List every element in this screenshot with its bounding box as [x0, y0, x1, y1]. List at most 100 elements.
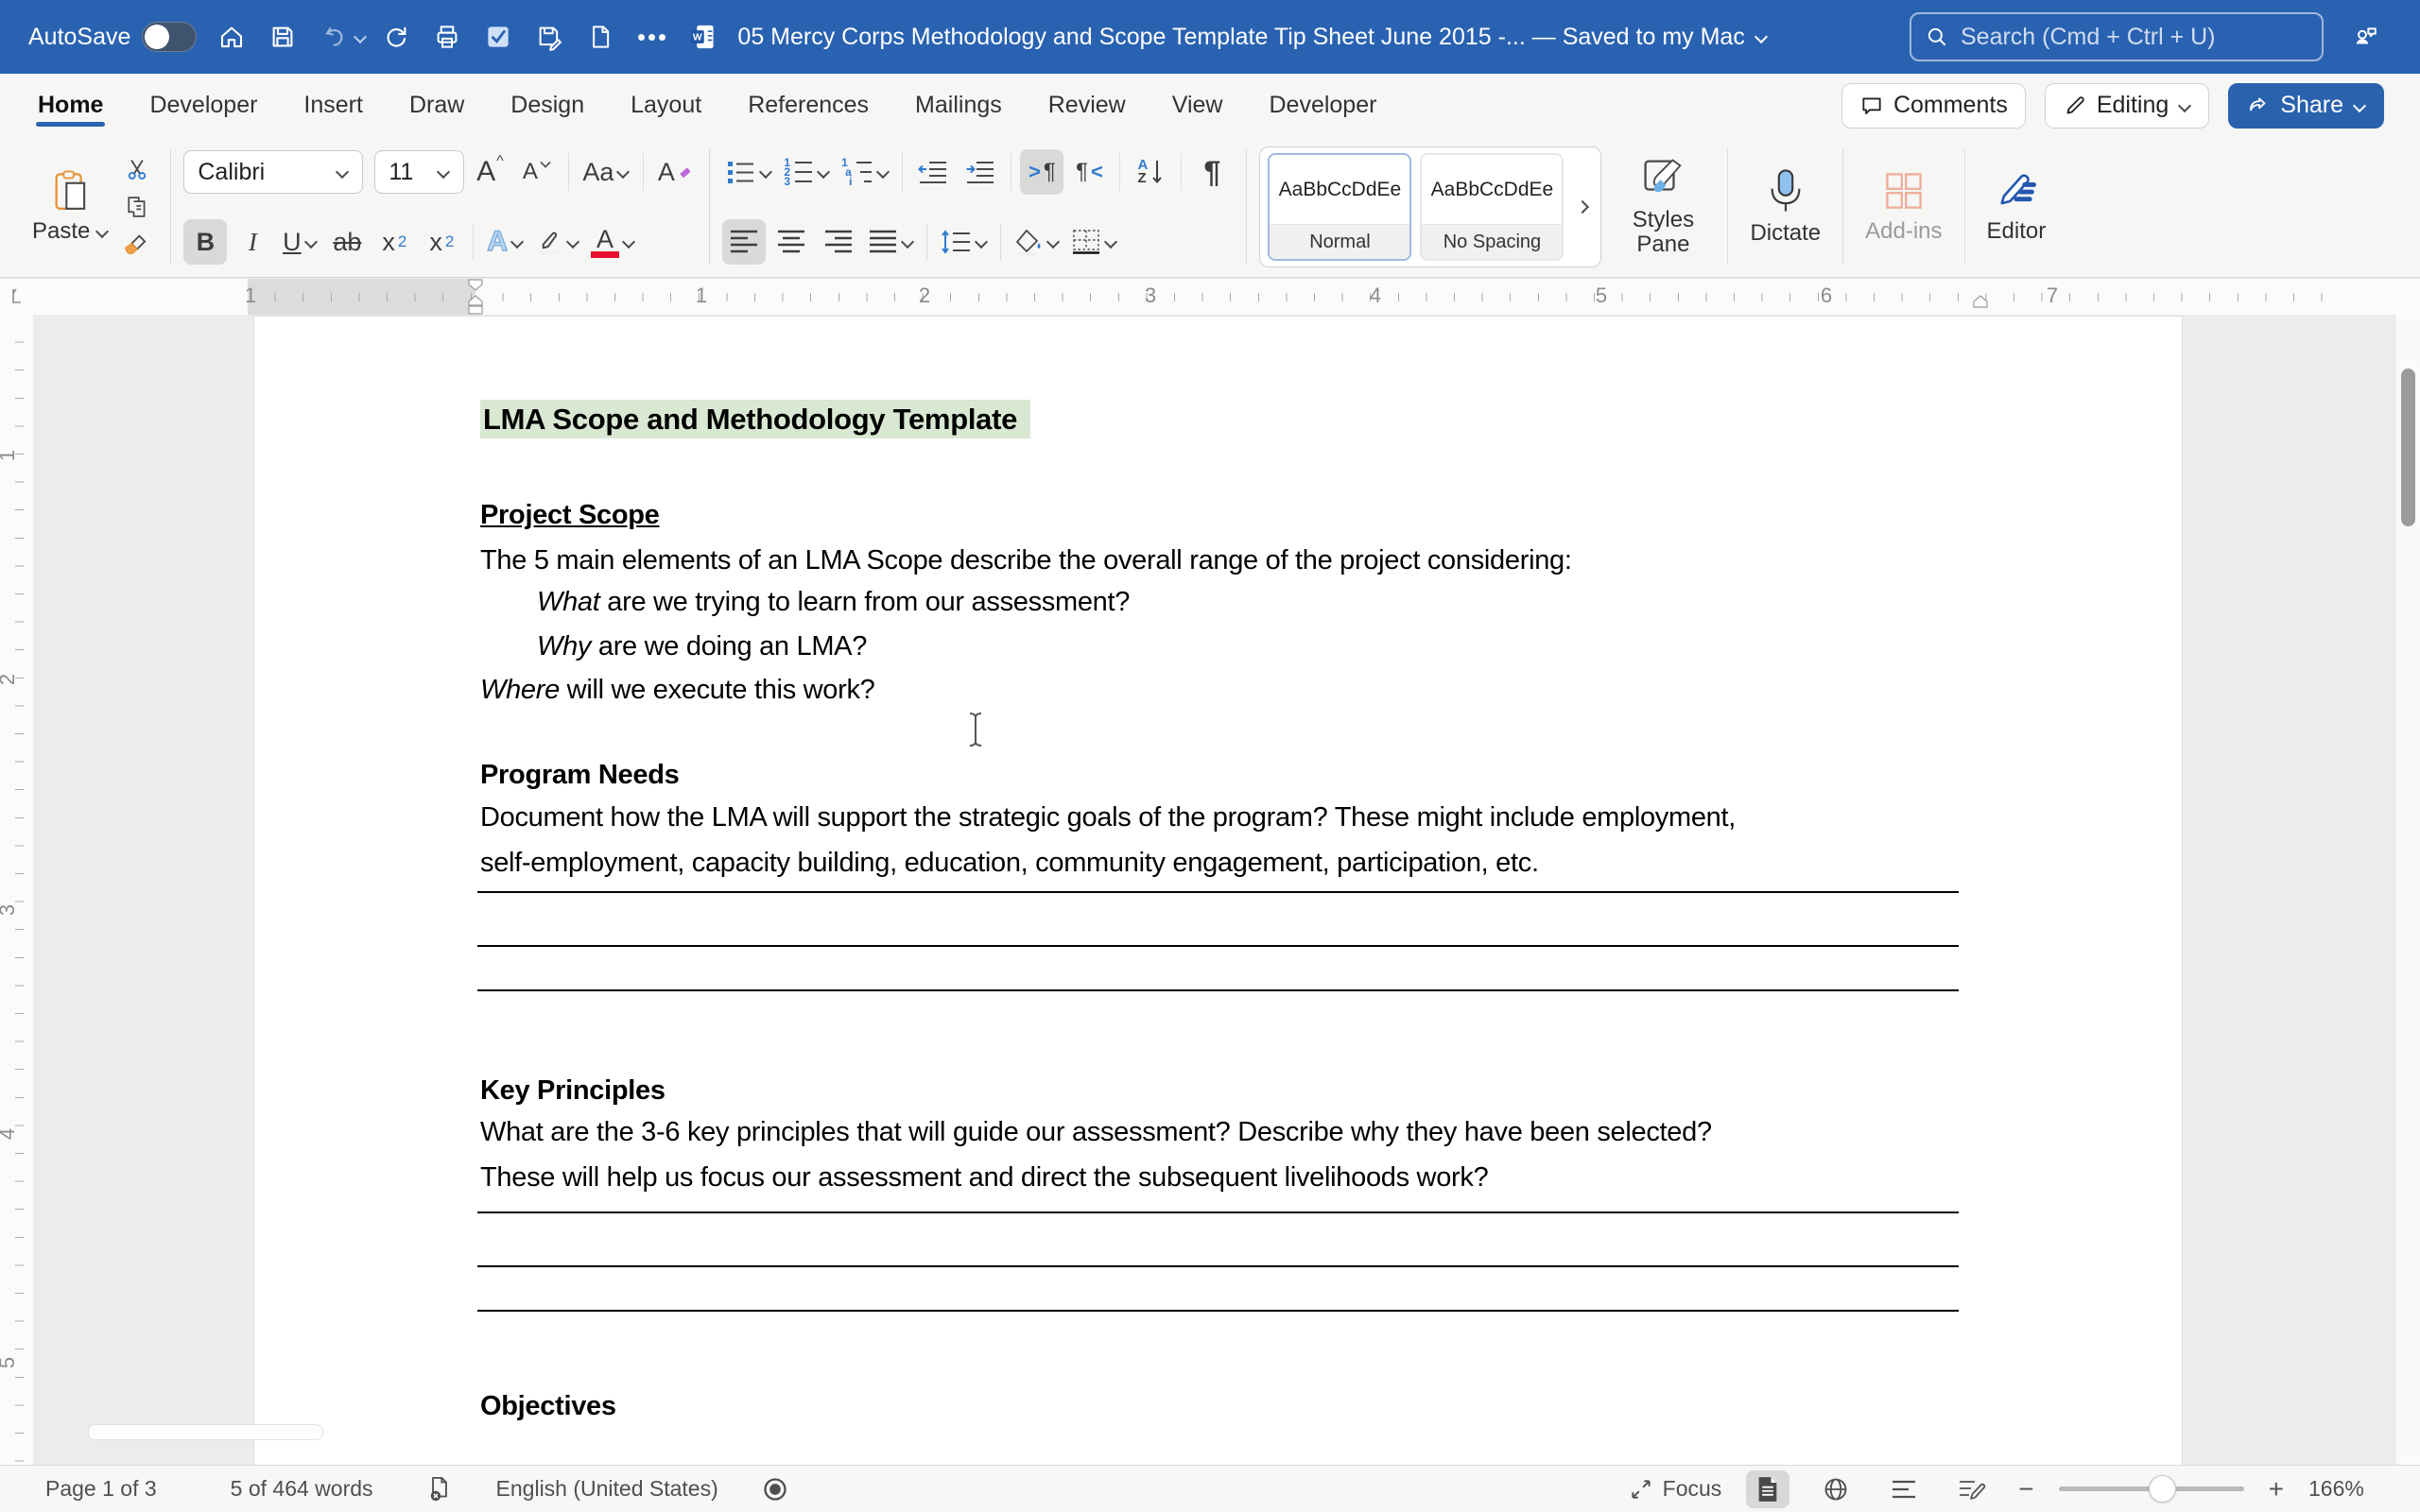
rtl-paragraph-button[interactable]: ¶< — [1067, 149, 1111, 195]
editing-mode-dropdown[interactable]: Editing — [2045, 83, 2209, 129]
zoom-slider-thumb[interactable] — [2150, 1476, 2175, 1502]
sort-button[interactable]: AZ — [1129, 149, 1172, 195]
tab-developer-2[interactable]: Developer — [1267, 78, 1378, 132]
save-icon[interactable] — [265, 19, 301, 55]
styles-pane-button[interactable]: Styles Pane — [1611, 149, 1715, 265]
word-count[interactable]: 5 of 464 words — [231, 1476, 373, 1502]
align-right-button[interactable] — [817, 219, 860, 265]
chevron-down-icon — [759, 165, 772, 179]
numbering-button[interactable]: 123 — [780, 149, 834, 195]
tab-developer-1[interactable]: Developer — [147, 78, 259, 132]
decrease-indent-button[interactable] — [911, 149, 955, 195]
presence-chat-icon[interactable] — [2348, 19, 2384, 55]
superscript-button[interactable]: x2 — [420, 219, 463, 265]
zoom-level[interactable]: 166% — [2308, 1476, 2375, 1502]
more-commands-icon[interactable] — [633, 19, 669, 55]
font-color-button[interactable]: A — [587, 219, 639, 265]
bold-button[interactable]: B — [183, 219, 227, 265]
draft-view-button[interactable] — [1950, 1470, 1994, 1508]
horizontal-scrollbar-thumb[interactable] — [88, 1424, 323, 1440]
outline-view-button[interactable] — [1882, 1470, 1926, 1508]
line-spacing-button[interactable] — [936, 219, 992, 265]
home-icon[interactable] — [214, 19, 250, 55]
style-normal[interactable]: AaBbCcDdEe Normal — [1268, 153, 1411, 261]
bullets-button[interactable] — [722, 149, 776, 195]
new-document-icon[interactable] — [582, 19, 618, 55]
add-ins-button[interactable]: Add-ins — [1856, 149, 1951, 265]
increase-indent-button[interactable] — [959, 149, 1002, 195]
print-layout-view-button[interactable] — [1746, 1470, 1789, 1508]
indent-markers[interactable] — [466, 279, 485, 315]
svg-text:W: W — [693, 32, 702, 43]
tab-insert[interactable]: Insert — [302, 78, 365, 132]
vertical-ruler[interactable]: 1 2 3 4 5 — [0, 315, 34, 1465]
focus-button[interactable]: Focus — [1629, 1476, 1722, 1502]
share-button[interactable]: Share — [2228, 83, 2384, 129]
tab-design[interactable]: Design — [509, 78, 586, 132]
title-menu-chevron-icon[interactable] — [1754, 30, 1768, 43]
style-no-spacing[interactable]: AaBbCcDdEe No Spacing — [1420, 153, 1564, 261]
dictate-button[interactable]: Dictate — [1740, 149, 1830, 265]
autosave-toggle[interactable] — [142, 22, 197, 52]
statusbar: Page 1 of 3 5 of 464 words English (Unit… — [0, 1465, 2420, 1512]
chevron-down-icon — [616, 165, 630, 179]
text-effects-button[interactable]: A — [483, 219, 527, 265]
search-input[interactable]: Search (Cmd + Ctrl + U) — [1910, 12, 2324, 61]
right-indent-marker[interactable] — [1971, 295, 1990, 315]
format-painter-button[interactable] — [116, 228, 158, 262]
highlight-button[interactable] — [531, 219, 583, 265]
editor-button[interactable]: Editor — [1978, 149, 2056, 265]
page-indicator[interactable]: Page 1 of 3 — [45, 1476, 157, 1502]
tab-layout[interactable]: Layout — [629, 78, 703, 132]
subscript-button[interactable]: x2 — [372, 219, 416, 265]
ltr-paragraph-button[interactable]: >¶ — [1020, 149, 1063, 195]
styles-pane-icon — [1641, 157, 1685, 200]
print-icon[interactable] — [429, 19, 465, 55]
horizontal-ruler[interactable]: 1 1 2 3 4 5 6 7 — [33, 279, 2420, 316]
document-content[interactable]: LMA Scope and Methodology Template Proje… — [254, 317, 2182, 1465]
checked-checkbox-icon[interactable] — [480, 19, 516, 55]
align-left-button[interactable] — [722, 219, 766, 265]
multilevel-list-button[interactable]: 1ai — [838, 149, 893, 195]
borders-button[interactable] — [1067, 219, 1121, 265]
tab-home[interactable]: Home — [36, 78, 105, 132]
zoom-out-button[interactable]: − — [2018, 1474, 2033, 1504]
underline-button[interactable]: U — [278, 219, 321, 265]
ruler-number: 4 — [0, 1128, 20, 1140]
tab-mailings[interactable]: Mailings — [913, 78, 1004, 132]
align-center-button[interactable] — [769, 219, 813, 265]
comments-button[interactable]: Comments — [1841, 83, 2026, 129]
justify-button[interactable] — [864, 219, 918, 265]
vertical-scrollbar-thumb[interactable] — [2401, 369, 2415, 526]
font-size-select[interactable]: 11 — [374, 150, 464, 194]
page[interactable]: LMA Scope and Methodology Template Proje… — [254, 317, 2182, 1465]
show-paragraph-marks-button[interactable]: ¶ — [1190, 149, 1234, 195]
tab-draw[interactable]: Draw — [407, 78, 466, 132]
styles-gallery-more-icon[interactable] — [1576, 200, 1589, 214]
zoom-slider[interactable] — [2059, 1486, 2244, 1491]
change-case-button[interactable]: Aa — [579, 149, 633, 195]
paste-button[interactable]: Paste — [25, 149, 116, 265]
strikethrough-button[interactable]: ab — [325, 219, 369, 265]
tab-review[interactable]: Review — [1046, 78, 1128, 132]
shrink-font-button[interactable]: A — [515, 149, 559, 195]
undo-menu-chevron-icon[interactable] — [354, 30, 367, 43]
macro-record-icon[interactable] — [762, 1476, 788, 1503]
proofing-status-icon[interactable] — [426, 1475, 453, 1503]
save-as-icon[interactable] — [531, 19, 567, 55]
shading-button[interactable] — [1010, 219, 1063, 265]
zoom-in-button[interactable]: + — [2269, 1474, 2284, 1504]
italic-button[interactable]: I — [231, 219, 274, 265]
grow-font-button[interactable]: A^ — [468, 149, 511, 195]
cut-button[interactable] — [116, 152, 158, 186]
font-name-select[interactable]: Calibri — [183, 150, 363, 194]
tab-references[interactable]: References — [746, 78, 871, 132]
tab-view[interactable]: View — [1170, 78, 1225, 132]
web-layout-view-button[interactable] — [1814, 1470, 1858, 1508]
language-indicator[interactable]: English (United States) — [496, 1476, 718, 1502]
tab-stop-selector[interactable] — [0, 279, 34, 316]
redo-icon[interactable] — [378, 19, 414, 55]
copy-button[interactable] — [116, 190, 158, 224]
body-text: What are the 3-6 key principles that wil… — [480, 1109, 1712, 1155]
clear-formatting-button[interactable]: A — [653, 149, 697, 195]
